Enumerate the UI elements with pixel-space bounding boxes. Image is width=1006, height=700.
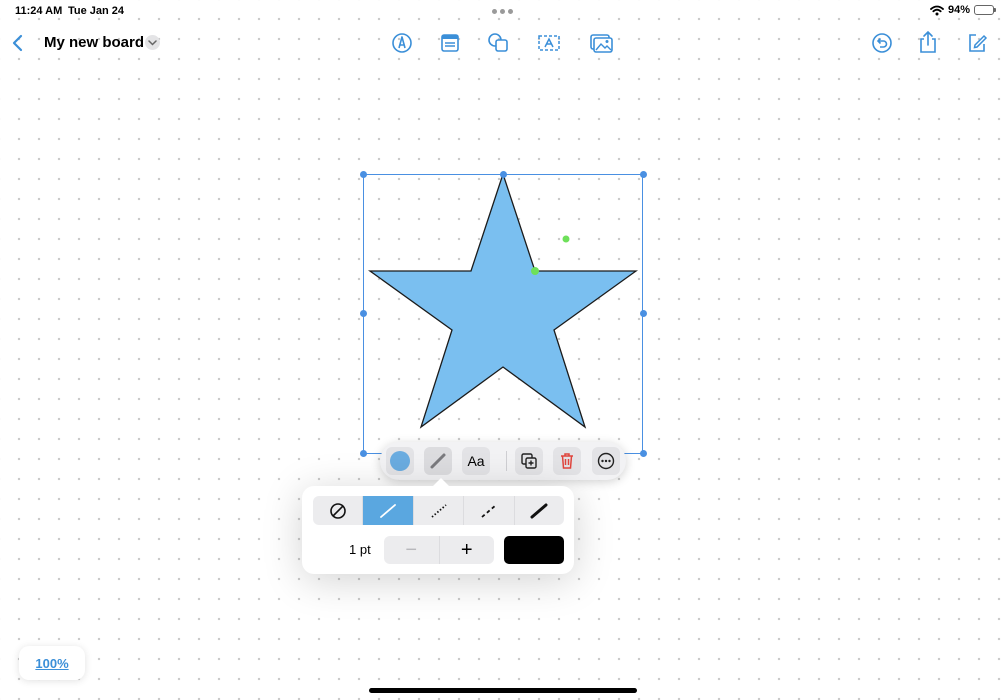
multitasking-dots[interactable] [492, 9, 513, 14]
trash-icon [561, 453, 573, 469]
top-toolbar: My new board [0, 26, 1006, 62]
popover-arrow [432, 478, 450, 487]
stroke-style-dotted[interactable] [414, 496, 465, 525]
stroke-style-picker [313, 496, 564, 525]
stroke-style-solid[interactable] [363, 496, 414, 525]
stroke-style-none[interactable] [313, 496, 364, 525]
status-time: 11:24 AM [15, 5, 63, 17]
share-icon[interactable] [914, 28, 942, 56]
resize-handle-top[interactable] [500, 171, 507, 178]
fill-swatch [390, 451, 410, 471]
zoom-level: 100% [35, 655, 69, 671]
increase-width-button[interactable]: + [440, 536, 495, 564]
text-box-icon[interactable] [535, 29, 563, 57]
back-icon[interactable] [4, 29, 32, 57]
delete-button[interactable] [553, 447, 581, 475]
more-button[interactable] [592, 447, 620, 475]
dotted-line-icon [430, 503, 447, 518]
duplicate-icon [521, 453, 537, 469]
sticky-note-icon[interactable] [436, 29, 464, 57]
resize-handle-bottom-right[interactable] [640, 450, 647, 457]
star-shape[interactable] [363, 174, 643, 454]
chevron-down-icon[interactable] [145, 35, 160, 50]
duplicate-button[interactable] [515, 447, 543, 475]
decrease-width-button[interactable]: − [384, 536, 440, 564]
pen-icon[interactable] [388, 29, 416, 57]
menu-divider [506, 451, 507, 471]
stroke-popover: 1 pt − + [302, 478, 574, 574]
resize-handle-right[interactable] [640, 310, 647, 317]
status-date: Tue Jan 24 [68, 5, 125, 17]
undo-icon[interactable] [868, 29, 896, 57]
stroke-style-dashed[interactable] [464, 496, 515, 525]
home-indicator[interactable] [369, 688, 637, 693]
dashed-line-icon [481, 503, 497, 518]
status-bar: 11:24 AM Tue Jan 24 94% [0, 0, 1006, 24]
brush-line-icon [530, 503, 548, 518]
compose-icon[interactable] [963, 29, 991, 57]
resize-handle-top-right[interactable] [640, 171, 647, 178]
resize-handle-left[interactable] [360, 310, 367, 317]
media-icon[interactable] [587, 29, 615, 57]
stroke-color-well[interactable] [504, 536, 564, 564]
shapes-icon[interactable] [485, 29, 513, 57]
board-title[interactable]: My new board [44, 34, 144, 51]
stroke-style-brush[interactable] [515, 496, 564, 525]
resize-handle-bottom-left[interactable] [360, 450, 367, 457]
shape-context-menu: Aa [380, 442, 626, 480]
fill-color-button[interactable] [386, 447, 414, 475]
solid-line-icon [380, 503, 397, 518]
no-stroke-icon [329, 502, 346, 519]
stroke-width-stepper: − + [384, 536, 494, 564]
zoom-control[interactable]: 100% [19, 646, 85, 680]
text-style-button[interactable]: Aa [462, 447, 490, 475]
stroke-width-label: 1 pt [349, 542, 371, 557]
battery-percent: 94% [947, 4, 970, 16]
stroke-icon [430, 453, 446, 469]
stroke-style-button[interactable] [424, 447, 452, 475]
resize-handle-top-left[interactable] [360, 171, 367, 178]
more-icon [597, 452, 615, 470]
battery-icon [974, 5, 996, 15]
wifi-icon [930, 5, 944, 15]
status-indicators: 94% [930, 4, 996, 16]
